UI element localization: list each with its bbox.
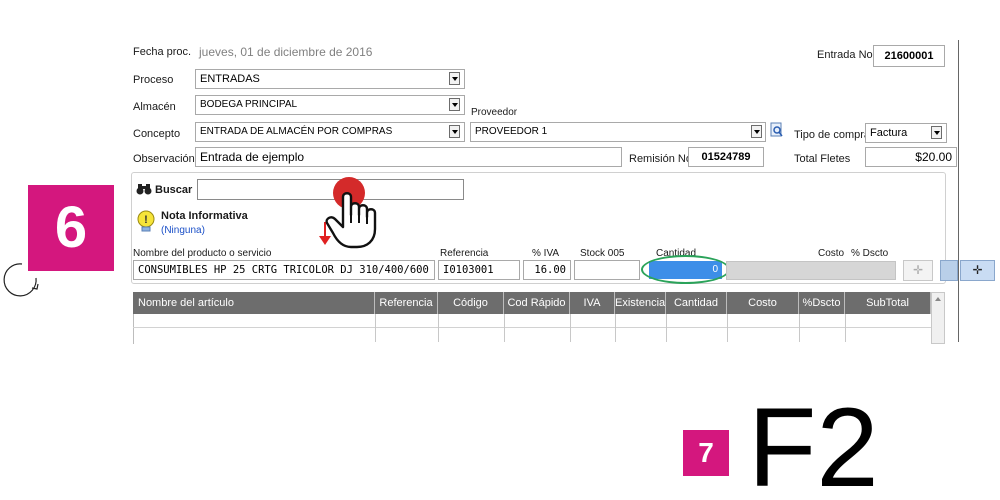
proceso-select[interactable]: ENTRADAS <box>195 69 465 89</box>
proceso-label: Proceso <box>133 74 174 86</box>
almacen-dropdown-button[interactable] <box>449 98 460 111</box>
entrada-number-field[interactable]: 21600001 <box>873 45 945 67</box>
nota-informativa-title: Nota Informativa <box>161 210 248 222</box>
scroll-up-icon[interactable] <box>932 293 944 305</box>
col-iva[interactable]: IVA <box>570 292 615 314</box>
hand-pointer-icon <box>323 187 383 251</box>
remision-field[interactable]: 01524789 <box>688 147 764 167</box>
producto-field[interactable]: CONSUMIBLES HP 25 CRTG TRICOLOR DJ 310/4… <box>133 260 435 280</box>
search-provider-icon[interactable] <box>770 122 784 138</box>
total-fletes-label: Total Fletes <box>794 153 851 165</box>
move-item-button[interactable]: ✛ <box>960 260 995 281</box>
binoculars-icon <box>136 183 152 195</box>
costo-label: Costo <box>818 248 845 259</box>
col-subtotal[interactable]: SubTotal <box>845 292 931 314</box>
rotate-arrow-icon <box>2 258 46 298</box>
cell-divider <box>727 314 728 342</box>
svg-text:!: ! <box>144 214 148 226</box>
stock-field[interactable] <box>574 260 640 280</box>
step-7-badge: 7 <box>683 430 729 476</box>
fecha-label: Fecha proc. <box>133 46 192 58</box>
iva-label: % IVA <box>532 248 560 259</box>
cell-divider <box>375 314 376 342</box>
add-item-button[interactable]: ✛ <box>903 260 933 281</box>
col-referencia[interactable]: Referencia <box>375 292 438 314</box>
col-cantidad[interactable]: Cantidad <box>666 292 727 314</box>
tipo-compra-label: Tipo de compra <box>794 129 871 141</box>
fecha-value: jueves, 01 de diciembre de 2016 <box>199 45 373 59</box>
cell-divider <box>615 314 616 342</box>
nota-informativa-value: (Ninguna) <box>161 225 205 236</box>
referencia-field[interactable]: I0103001 <box>438 260 520 280</box>
info-bulb-icon: ! <box>135 209 157 233</box>
referencia-label: Referencia <box>440 248 489 259</box>
proveedor-label: Proveedor <box>471 107 518 118</box>
stock-label: Stock 005 <box>580 248 625 259</box>
window-right-border <box>958 40 959 342</box>
edit-item-button[interactable] <box>940 260 958 281</box>
table-row[interactable] <box>133 327 931 328</box>
concepto-label: Concepto <box>133 128 181 140</box>
producto-label: Nombre del producto o servicio <box>133 248 272 259</box>
observacion-label: Observación <box>133 153 195 165</box>
iva-field[interactable]: 16.00 <box>523 260 571 280</box>
cell-divider <box>799 314 800 342</box>
cell-divider <box>845 314 846 342</box>
costo-field[interactable] <box>726 261 896 280</box>
f2-key-label: F2 <box>748 385 879 500</box>
proceso-dropdown-button[interactable] <box>449 72 460 85</box>
dscto-label: % Dscto <box>851 248 889 259</box>
col-cod-rapido[interactable]: Cod Rápido <box>504 292 570 314</box>
proveedor-dropdown-button[interactable] <box>751 125 762 138</box>
total-fletes-field[interactable]: $20.00 <box>865 147 957 167</box>
col-codigo[interactable]: Código <box>438 292 504 314</box>
cell-divider <box>438 314 439 342</box>
tipo-compra-dropdown-button[interactable] <box>931 126 942 139</box>
concepto-select[interactable]: ENTRADA DE ALMACÉN POR COMPRAS <box>195 122 465 142</box>
cell-divider <box>504 314 505 342</box>
col-nombre[interactable]: Nombre del artículo <box>133 292 375 314</box>
proveedor-select[interactable]: PROVEEDOR 1 <box>470 122 766 142</box>
concepto-dropdown-button[interactable] <box>449 125 460 138</box>
table-scrollbar[interactable] <box>931 292 945 344</box>
cell-divider <box>570 314 571 342</box>
col-dscto[interactable]: %Dscto <box>799 292 845 314</box>
observacion-field[interactable]: Entrada de ejemplo <box>195 147 622 167</box>
cantidad-highlight-ellipse <box>641 255 730 284</box>
entrada-label: Entrada No <box>817 49 873 61</box>
cell-divider <box>666 314 667 342</box>
almacen-select[interactable]: BODEGA PRINCIPAL <box>195 95 465 115</box>
col-costo[interactable]: Costo <box>727 292 799 314</box>
almacen-label: Almacén <box>133 101 176 113</box>
remision-label: Remisión No <box>629 153 692 165</box>
col-existencia[interactable]: Existencia <box>615 292 666 314</box>
buscar-label: Buscar <box>155 184 193 196</box>
